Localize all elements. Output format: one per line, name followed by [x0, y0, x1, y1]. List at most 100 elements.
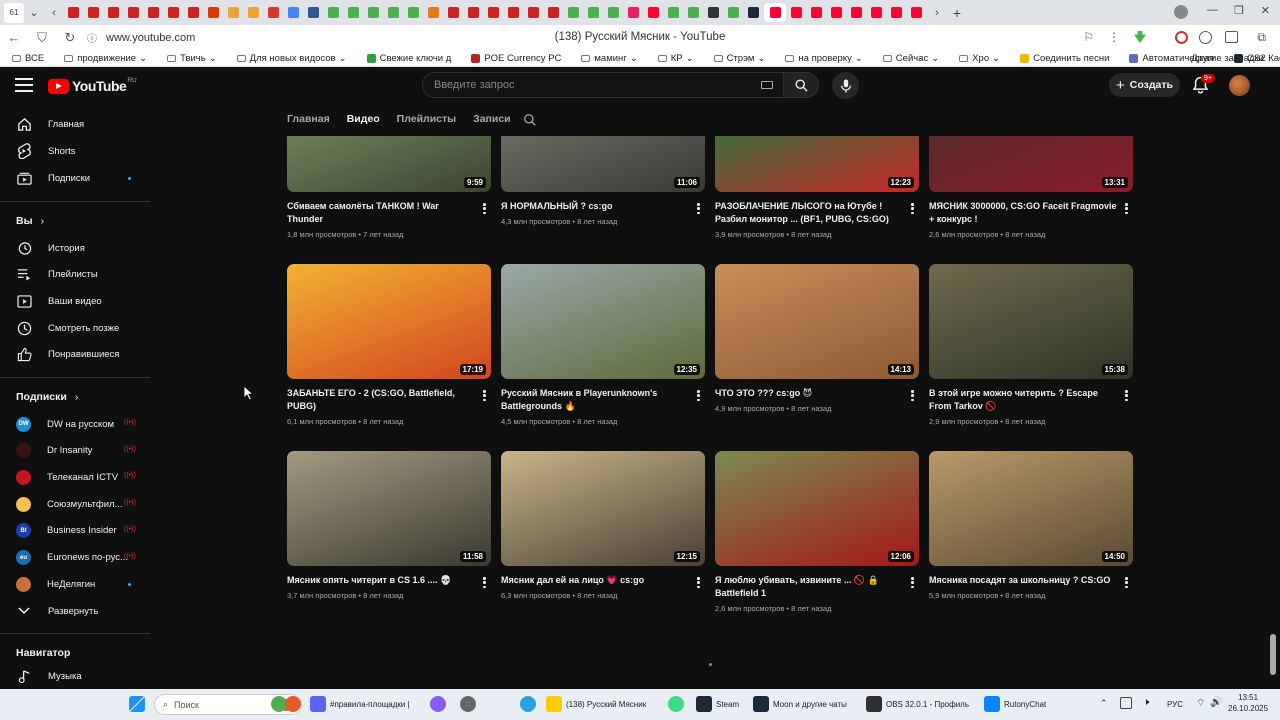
subscriptions-section-title[interactable]: Подписки ›	[16, 391, 78, 403]
video-thumbnail[interactable]: 13:31	[929, 136, 1133, 192]
taskbar-app-icon[interactable]	[696, 696, 712, 712]
video-title[interactable]: Я НОРМАЛЬНЫЙ ? cs:go	[501, 200, 689, 213]
taskbar-app-icon[interactable]	[520, 696, 536, 712]
video-thumbnail[interactable]: 11:58	[287, 451, 491, 566]
sidebar-item-shorts[interactable]: Shorts	[0, 139, 154, 163]
video-more-options-icon[interactable]	[697, 577, 701, 588]
taskbar-app-icon[interactable]	[310, 696, 326, 712]
sidebar-item-your-videos[interactable]: Ваши видео	[0, 289, 154, 313]
maximize-icon[interactable]: ❐	[1234, 4, 1244, 17]
you-section-title[interactable]: Вы ›	[16, 215, 44, 227]
browser-tab[interactable]	[384, 3, 403, 22]
bookmark-item[interactable]: ВСЕ	[12, 53, 44, 64]
browser-tab[interactable]	[867, 3, 886, 22]
browser-tab[interactable]	[684, 3, 703, 22]
reload-icon[interactable]: ↻	[56, 30, 84, 46]
subscription-channel[interactable]: Телеканал ICTV ((•))	[0, 465, 154, 489]
browser-tab[interactable]	[644, 3, 663, 22]
taskbar-app-icon[interactable]	[668, 696, 684, 712]
adblock-icon[interactable]	[1175, 31, 1188, 44]
taskbar-app-icon[interactable]	[546, 696, 562, 712]
bookmark-item[interactable]: Твичь ⌄	[167, 53, 217, 64]
taskbar-app-label[interactable]: (138) Русский Мясник	[566, 700, 646, 709]
network-icon[interactable]	[1120, 697, 1132, 709]
browser-tab[interactable]	[764, 3, 786, 22]
windows-start-icon[interactable]	[129, 696, 145, 712]
subscription-channel[interactable]: DW DW на русском ((•))	[0, 412, 154, 436]
guide-menu-icon[interactable]	[15, 78, 33, 94]
video-more-options-icon[interactable]	[483, 203, 487, 214]
url-field[interactable]: www.youtube.com	[106, 32, 256, 44]
video-title[interactable]: Сбиваем самолёты ТАНКОМ ! War Thunder	[287, 200, 475, 226]
wifi-icon[interactable]: ⌔	[1196, 697, 1205, 710]
voice-search-button[interactable]	[832, 72, 859, 99]
taskbar-app-label[interactable]: OBS 32.0.1 - Профиль	[886, 700, 969, 709]
video-thumbnail[interactable]: 12:15	[501, 451, 705, 566]
video-more-options-icon[interactable]	[697, 203, 701, 214]
channel-search-button[interactable]	[523, 113, 537, 132]
page-scrollbar[interactable]	[1270, 634, 1276, 675]
sidebar-item-liked[interactable]: Понравившиеся	[0, 342, 154, 366]
video-thumbnail[interactable]: 15:38	[929, 264, 1133, 379]
video-title[interactable]: Мясник опять читерит в CS 1.6 .... 💀	[287, 574, 475, 587]
sidebar-item-subscriptions[interactable]: Подписки	[0, 166, 154, 190]
bookmark-item[interactable]: Стрэм ⌄	[713, 53, 765, 64]
video-title[interactable]: Русский Мясник в Playerunknown's Battleg…	[501, 387, 689, 413]
browser-tab[interactable]	[324, 3, 343, 22]
video-title[interactable]: ЧТО ЭТО ??? cs:go 😈	[715, 387, 903, 400]
system-clock[interactable]: 13:51 26.10.2025	[1228, 692, 1268, 714]
tab-list-chevron-icon[interactable]: ⌄	[24, 3, 44, 23]
browser-tab[interactable]	[404, 3, 423, 22]
video-title[interactable]: МЯСНИК 3000000, CS:GO Faceit Fragmovie +…	[929, 200, 1117, 226]
browser-tab[interactable]	[724, 3, 743, 22]
browser-tab[interactable]	[524, 3, 543, 22]
language-indicator[interactable]: РУС	[1167, 700, 1183, 709]
minimize-icon[interactable]: —	[1207, 4, 1218, 16]
volume-icon[interactable]: 🔊	[1210, 697, 1222, 708]
browser-tab[interactable]	[224, 3, 243, 22]
subscription-channel[interactable]: НеДелягин	[0, 572, 154, 596]
bookmark-page-icon[interactable]: ⚐	[1083, 30, 1094, 44]
browser-tab[interactable]	[104, 3, 123, 22]
video-thumbnail[interactable]: 9:59	[287, 136, 491, 192]
video-title[interactable]: ЗАБАНЬТЕ ЕГО - 2 (CS:GO, Battlefield, PU…	[287, 387, 475, 413]
extensions-icon[interactable]: ⧉	[1257, 30, 1266, 45]
bookmark-item[interactable]: на проверку ⌄	[785, 53, 863, 64]
video-thumbnail[interactable]: 14:13	[715, 264, 919, 379]
taskbar-app-label[interactable]: RutonyChat	[1004, 700, 1046, 709]
video-more-options-icon[interactable]	[1125, 577, 1129, 588]
browser-tab[interactable]	[164, 3, 183, 22]
video-thumbnail[interactable]: 12:35	[501, 264, 705, 379]
browser-tab[interactable]	[564, 3, 583, 22]
taskbar-app-icon[interactable]	[285, 696, 301, 712]
browser-tab[interactable]	[624, 3, 643, 22]
video-title[interactable]: В этой игре можно читерить ? Escape From…	[929, 387, 1117, 413]
bookmark-item[interactable]: маминг ⌄	[581, 53, 638, 64]
video-thumbnail[interactable]: 14:50	[929, 451, 1133, 566]
bookmark-item[interactable]: Сейчас ⌄	[882, 53, 939, 64]
taskbar-app-label[interactable]: #правила-площадки |	[330, 700, 410, 709]
browser-tab[interactable]	[264, 3, 283, 22]
taskbar-app-label[interactable]: Steam	[716, 700, 739, 709]
sidebar-item-history[interactable]: История	[0, 236, 154, 260]
browser-tab[interactable]	[664, 3, 683, 22]
browser-tab[interactable]	[124, 3, 143, 22]
bookmark-item[interactable]: POE Currency PC	[471, 53, 561, 64]
close-window-icon[interactable]: ✕	[1261, 4, 1270, 17]
browser-tab[interactable]	[284, 3, 303, 22]
tab-home[interactable]: Главная	[287, 113, 330, 125]
browser-tab[interactable]	[84, 3, 103, 22]
tab-videos[interactable]: Видео	[347, 113, 380, 125]
video-thumbnail[interactable]: 12:06	[715, 451, 919, 566]
taskbar-app-icon[interactable]	[984, 696, 1000, 712]
taskbar-app-icon[interactable]	[460, 696, 476, 712]
bookmark-item[interactable]: продвижение ⌄	[64, 53, 147, 64]
video-thumbnail[interactable]: 12:23	[715, 136, 919, 192]
browser-tab[interactable]	[807, 3, 826, 22]
video-title[interactable]: РАЗОБЛАЧЕНИЕ ЛЫСОГО на Ютубе ! Разбил мо…	[715, 200, 903, 226]
sidebar-item-watch-later[interactable]: Смотреть позже	[0, 316, 154, 340]
browser-tab[interactable]	[444, 3, 463, 22]
video-more-options-icon[interactable]	[1125, 390, 1129, 401]
tab-playlists[interactable]: Плейлисты	[397, 113, 456, 125]
download-icon[interactable]	[1134, 31, 1146, 43]
